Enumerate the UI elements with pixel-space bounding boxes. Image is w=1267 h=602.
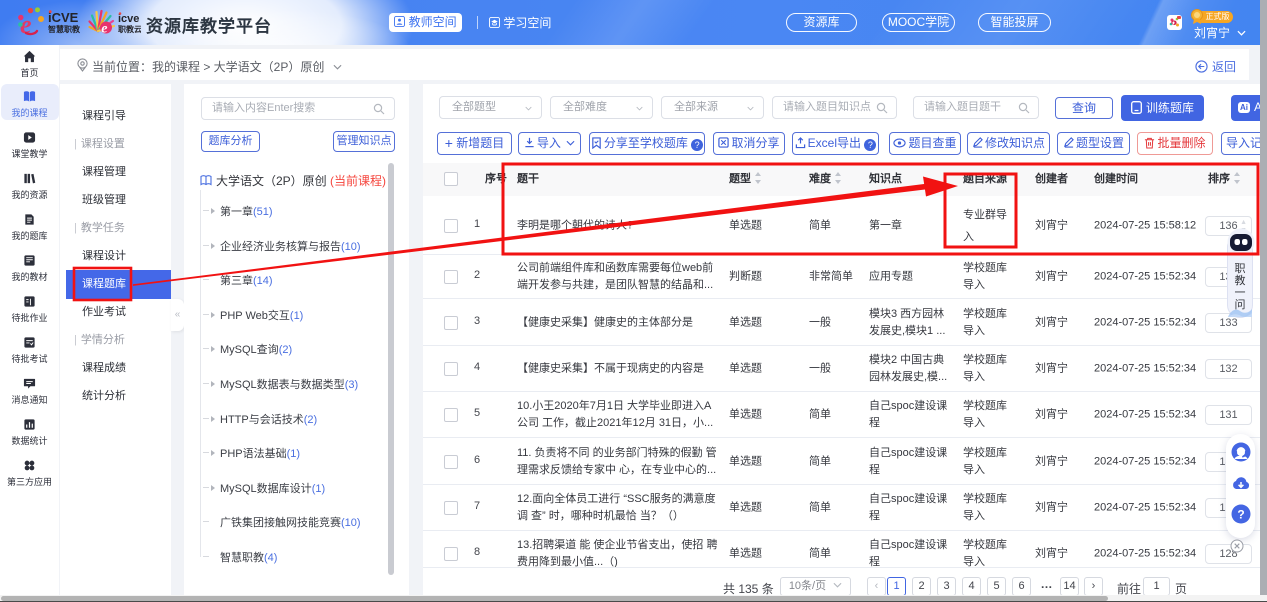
svg-text:职教云: 职教云 [118,24,141,34]
svg-text:iCVE: iCVE [48,10,79,25]
svg-text:?: ? [1237,508,1244,522]
svg-text:e: e [101,22,107,37]
svg-text:icve: icve [118,13,139,25]
svg-text:智慧职教: 智慧职教 [48,24,81,34]
